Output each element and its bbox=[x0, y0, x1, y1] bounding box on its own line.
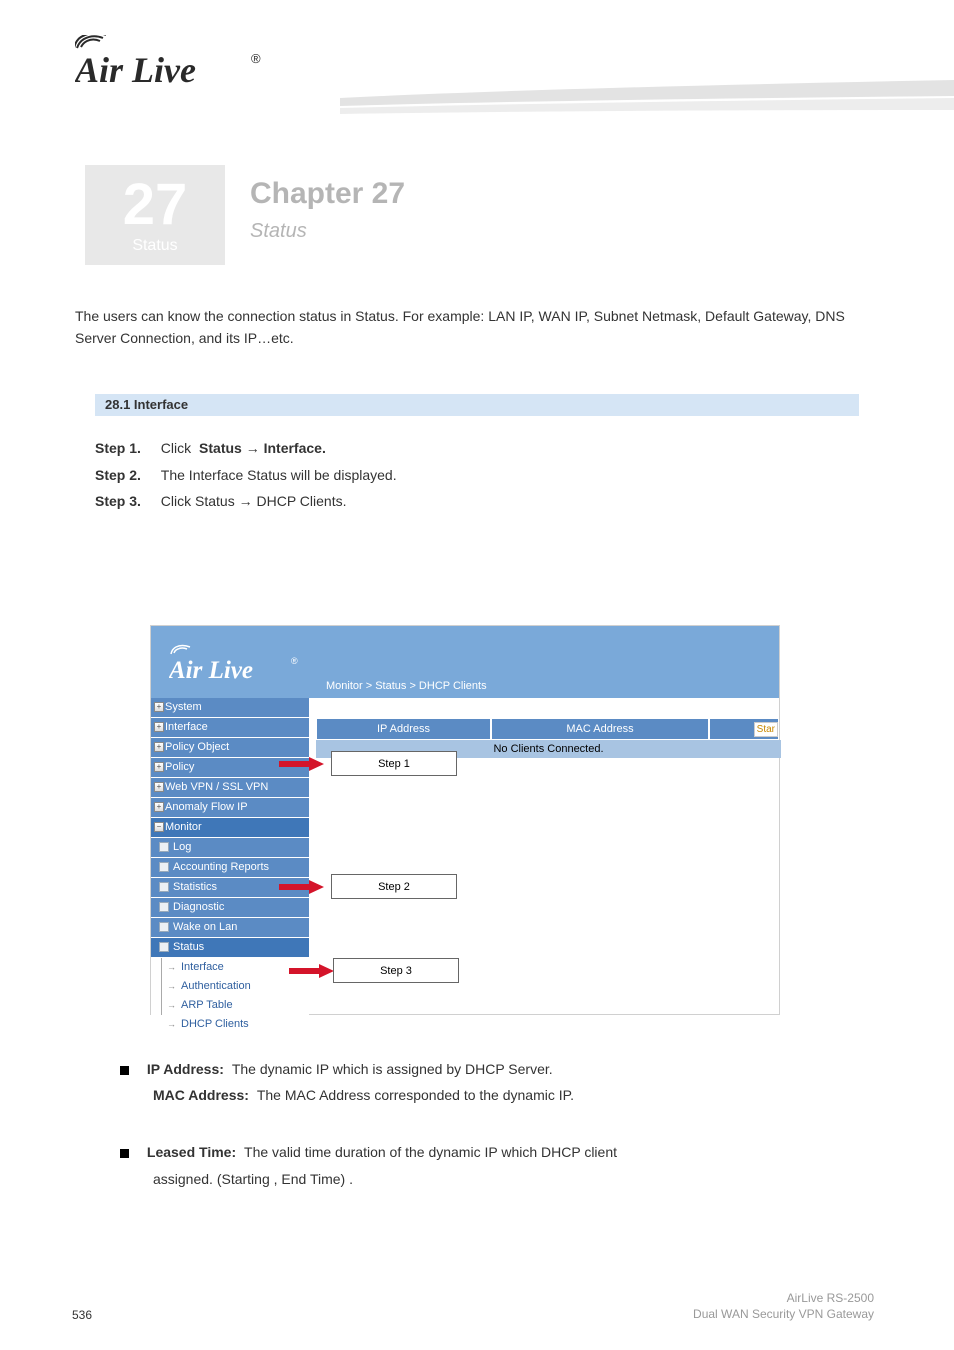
step3-line: Step 3. Click Status → DHCP Clients. bbox=[95, 488, 859, 515]
sidebar-sub-accounting[interactable]: Accounting Reports bbox=[151, 858, 309, 878]
sidebar-sub-log[interactable]: Log bbox=[151, 838, 309, 858]
chapter-subheading: Status bbox=[250, 220, 307, 243]
chapter-label: Status bbox=[85, 237, 225, 255]
ui-sidebar: System Interface Policy Object Policy We… bbox=[151, 698, 309, 1034]
sidebar-leaf-arp-table[interactable]: ARP Table bbox=[151, 996, 309, 1015]
breadcrumb: Monitor > Status > DHCP Clients bbox=[326, 680, 487, 692]
red-arrow-icon bbox=[279, 880, 324, 894]
bullet-leased-time-cont: assigned. (Starting , End Time) . bbox=[153, 1167, 859, 1192]
bullet-leased-time: Leased Time: The valid time duration of … bbox=[120, 1140, 859, 1165]
bullet-mac-address: MAC Address: The MAC Address corresponde… bbox=[153, 1083, 859, 1108]
red-arrow-icon bbox=[289, 964, 334, 978]
sidebar-item-monitor[interactable]: Monitor bbox=[151, 818, 309, 838]
sidebar-item-anomaly[interactable]: Anomaly Flow IP bbox=[151, 798, 309, 818]
step2-line: Step 2. The Interface Status will be dis… bbox=[95, 462, 859, 489]
section-body: Step 1. Click Status → Interface. Step 2… bbox=[95, 435, 859, 515]
svg-text:Air Live: Air Live bbox=[75, 50, 196, 90]
chapter-number: 27 bbox=[85, 173, 225, 237]
sidebar-leaf-authentication[interactable]: Authentication bbox=[151, 977, 309, 996]
ui-logo: Air Live ® bbox=[169, 644, 309, 691]
intro-paragraph: The users can know the connection status… bbox=[75, 305, 879, 350]
table-header-star: Star bbox=[709, 718, 779, 740]
sidebar-item-webvpn[interactable]: Web VPN / SSL VPN bbox=[151, 778, 309, 798]
sidebar-item-policy-object[interactable]: Policy Object bbox=[151, 738, 309, 758]
red-arrow-icon bbox=[279, 757, 324, 771]
chapter-block: 27 Status bbox=[85, 165, 225, 265]
admin-ui-screenshot: Air Live ® Monitor > Status > DHCP Clien… bbox=[150, 625, 780, 1015]
footer-model-info: AirLive RS-2500 Dual WAN Security VPN Ga… bbox=[693, 1290, 874, 1322]
step1-line: Step 1. Click Status → Interface. bbox=[95, 435, 859, 462]
bullet-ip-address: IP Address: The dynamic IP which is assi… bbox=[120, 1057, 859, 1082]
sidebar-item-interface[interactable]: Interface bbox=[151, 718, 309, 738]
svg-text:Air Live: Air Live bbox=[169, 657, 253, 684]
sidebar-item-system[interactable]: System bbox=[151, 698, 309, 718]
star-chip: Star bbox=[754, 722, 778, 737]
svg-text:®: ® bbox=[291, 656, 298, 666]
step-callout-1: Step 1 bbox=[331, 751, 457, 776]
svg-text:®: ® bbox=[251, 51, 261, 66]
square-bullet-icon bbox=[120, 1066, 129, 1075]
step-callout-2: Step 2 bbox=[331, 874, 457, 899]
square-bullet-icon bbox=[120, 1149, 129, 1158]
page-number: 536 bbox=[72, 1308, 92, 1322]
chapter-heading: Chapter 27 bbox=[250, 177, 405, 211]
sidebar-leaf-dhcp-clients[interactable]: DHCP Clients bbox=[151, 1015, 309, 1034]
step-callout-3: Step 3 bbox=[333, 958, 459, 983]
sidebar-sub-status[interactable]: Status bbox=[151, 938, 309, 958]
table-header-row: IP Address MAC Address Star bbox=[316, 718, 779, 740]
page-header: Air Live ® bbox=[0, 0, 954, 150]
sidebar-sub-wake[interactable]: Wake on Lan bbox=[151, 918, 309, 938]
sidebar-sub-diagnostic[interactable]: Diagnostic bbox=[151, 898, 309, 918]
airlive-logo: Air Live ® bbox=[75, 35, 270, 93]
sidebar-leaf-interface[interactable]: Interface bbox=[151, 958, 309, 977]
table-header-ip: IP Address bbox=[316, 718, 491, 740]
header-swoosh-graphic bbox=[340, 80, 954, 140]
table-header-mac: MAC Address bbox=[491, 718, 709, 740]
ui-header: Air Live ® Monitor > Status > DHCP Clien… bbox=[151, 626, 779, 698]
section-heading-bar: 28.1 Interface bbox=[95, 394, 859, 416]
